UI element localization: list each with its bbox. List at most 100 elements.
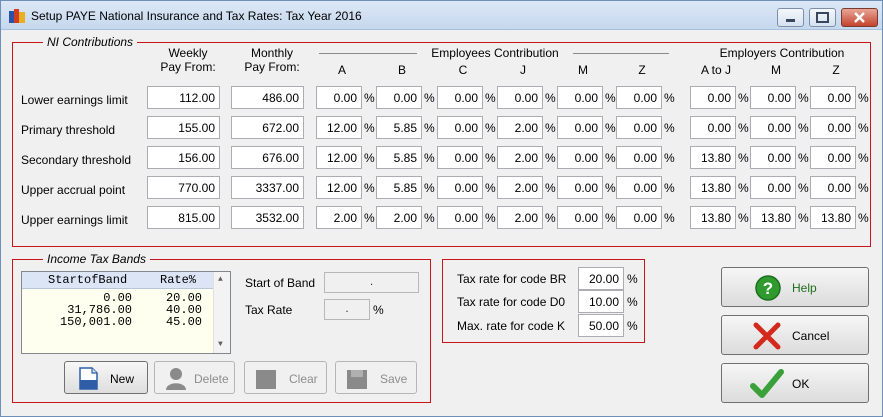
- employer-rate-field[interactable]: 0.00: [690, 86, 736, 109]
- tax-band-row[interactable]: 150,001.00 45.00: [22, 316, 213, 328]
- employer-rate-field[interactable]: 13.80: [750, 206, 796, 229]
- employee-col-header-0: A: [337, 63, 346, 77]
- employer-rate-field[interactable]: 0.00: [690, 116, 736, 139]
- employee-rate-field[interactable]: 0.00: [437, 86, 483, 109]
- employee-rate-field[interactable]: 0.00: [557, 146, 603, 169]
- k-rate-field[interactable]: 50.00: [578, 314, 624, 337]
- help-button[interactable]: ? Help: [721, 267, 869, 307]
- minimize-button[interactable]: [777, 8, 804, 27]
- percent-sign: %: [738, 181, 749, 195]
- ok-button[interactable]: OK: [721, 363, 869, 403]
- employer-rate-field[interactable]: 13.80: [690, 206, 736, 229]
- employee-rate-field[interactable]: 12.00: [316, 116, 362, 139]
- rate-column-header[interactable]: Rate%: [160, 273, 196, 287]
- employee-rate-field[interactable]: 0.00: [557, 86, 603, 109]
- tax-bands-scrollbar[interactable]: ▲ ▼: [213, 272, 230, 353]
- employer-rate-field[interactable]: 0.00: [810, 116, 856, 139]
- new-button-label: New: [110, 372, 135, 386]
- employer-rate-field[interactable]: 0.00: [810, 176, 856, 199]
- employer-rate-field[interactable]: 0.00: [810, 86, 856, 109]
- scroll-up-icon[interactable]: ▲: [218, 276, 223, 284]
- close-button[interactable]: [841, 8, 878, 27]
- percent-sign: %: [545, 181, 556, 195]
- employee-rate-field[interactable]: 0.00: [616, 116, 662, 139]
- percent-sign: %: [858, 181, 869, 195]
- employee-rate-field[interactable]: 0.00: [616, 206, 662, 229]
- scroll-down-icon[interactable]: ▼: [218, 341, 223, 349]
- employee-rate-field[interactable]: 2.00: [497, 176, 543, 199]
- monthly-pay-field[interactable]: 3532.00: [231, 206, 304, 229]
- employee-rate-field[interactable]: 0.00: [497, 86, 543, 109]
- employee-rate-field[interactable]: 0.00: [616, 86, 662, 109]
- d0-rate-field[interactable]: 10.00: [578, 290, 624, 313]
- employee-rate-field[interactable]: 0.00: [557, 206, 603, 229]
- weekly-pay-field[interactable]: 155.00: [147, 116, 220, 139]
- cancel-button-label: Cancel: [792, 329, 830, 343]
- employee-rate-field[interactable]: 0.00: [557, 176, 603, 199]
- save-icon: [347, 370, 367, 389]
- monthly-pay-field[interactable]: 672.00: [231, 116, 304, 139]
- app-icon: [9, 9, 25, 23]
- ni-row-label: Upper earnings limit: [21, 213, 128, 227]
- employee-rate-field[interactable]: 0.00: [437, 146, 483, 169]
- weekly-pay-field[interactable]: 770.00: [147, 176, 220, 199]
- tax-bands-list[interactable]: StartofBand Rate% 0.00 20.00 31,786.00 40.0…: [21, 271, 231, 354]
- monthly-pay-field[interactable]: 486.00: [231, 86, 304, 109]
- percent-sign: %: [485, 181, 496, 195]
- employee-rate-field[interactable]: 0.00: [437, 176, 483, 199]
- save-band-button[interactable]: Save: [335, 361, 417, 394]
- start-of-band-field[interactable]: .: [324, 272, 419, 293]
- employee-rate-field[interactable]: 2.00: [497, 146, 543, 169]
- employee-rate-field[interactable]: 12.00: [316, 176, 362, 199]
- employer-rate-field[interactable]: 13.80: [810, 206, 856, 229]
- employee-rate-field[interactable]: 2.00: [376, 206, 422, 229]
- percent-sign: %: [798, 121, 809, 135]
- percent-sign: %: [664, 211, 675, 225]
- cancel-x-icon: [753, 322, 781, 350]
- monthly-pay-field[interactable]: 676.00: [231, 146, 304, 169]
- percent-sign: %: [798, 211, 809, 225]
- employee-col-header-3: J: [520, 63, 526, 77]
- new-band-button[interactable]: New: [64, 361, 148, 394]
- employee-rate-field[interactable]: 5.85: [376, 146, 422, 169]
- delete-band-button[interactable]: Delete: [154, 361, 235, 394]
- employee-rate-field[interactable]: 0.00: [616, 146, 662, 169]
- employee-rate-field[interactable]: 0.00: [376, 86, 422, 109]
- maximize-button[interactable]: [809, 8, 836, 27]
- weekly-pay-field[interactable]: 815.00: [147, 206, 220, 229]
- employee-rate-field[interactable]: 2.00: [316, 206, 362, 229]
- employee-rate-field[interactable]: 5.85: [376, 176, 422, 199]
- tax-rate-field[interactable]: .: [324, 299, 370, 320]
- new-document-icon: [79, 367, 98, 390]
- employer-rate-field[interactable]: 0.00: [750, 176, 796, 199]
- employee-rate-field[interactable]: 12.00: [316, 146, 362, 169]
- employer-rate-field[interactable]: 0.00: [810, 146, 856, 169]
- employee-rate-field[interactable]: 2.00: [497, 206, 543, 229]
- br-rate-field[interactable]: 20.00: [578, 267, 624, 290]
- employee-rate-field[interactable]: 2.00: [497, 116, 543, 139]
- percent-sign: %: [738, 121, 749, 135]
- employer-rate-field[interactable]: 13.80: [690, 146, 736, 169]
- employee-rate-field[interactable]: 0.00: [557, 116, 603, 139]
- employer-rate-field[interactable]: 0.00: [750, 146, 796, 169]
- cancel-button[interactable]: Cancel: [721, 315, 869, 355]
- employee-rate-field[interactable]: 5.85: [376, 116, 422, 139]
- employer-rate-field[interactable]: 0.00: [750, 116, 796, 139]
- employer-rate-field[interactable]: 13.80: [690, 176, 736, 199]
- employee-rate-field[interactable]: 0.00: [437, 116, 483, 139]
- delete-person-icon: [166, 368, 186, 390]
- k-percent-sign: %: [627, 319, 638, 333]
- weekly-pay-field[interactable]: 156.00: [147, 146, 220, 169]
- employee-rate-field[interactable]: 0.00: [316, 86, 362, 109]
- start-of-band-column-header[interactable]: StartofBand: [48, 273, 127, 287]
- employee-rate-field[interactable]: 0.00: [437, 206, 483, 229]
- employee-rate-field[interactable]: 0.00: [616, 176, 662, 199]
- employer-rate-field[interactable]: 0.00: [750, 86, 796, 109]
- percent-sign: %: [858, 211, 869, 225]
- weekly-pay-field[interactable]: 112.00: [147, 86, 220, 109]
- clear-band-button[interactable]: Clear: [244, 361, 327, 394]
- percent-sign: %: [664, 121, 675, 135]
- percent-sign: %: [364, 121, 375, 135]
- svg-text:?: ?: [763, 279, 773, 298]
- monthly-pay-field[interactable]: 3337.00: [231, 176, 304, 199]
